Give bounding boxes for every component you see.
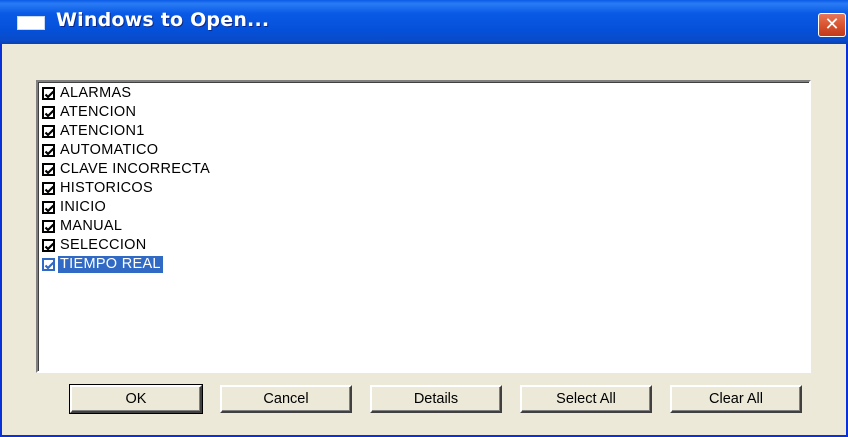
list-item-label: ALARMAS (60, 84, 132, 101)
list-item-label: ATENCION1 (60, 122, 145, 139)
checkbox-checked-icon[interactable] (42, 200, 55, 214)
window-icon (17, 16, 45, 30)
checkbox-checked-icon[interactable] (42, 124, 55, 138)
checkbox-checked-icon[interactable] (42, 257, 55, 271)
list-item-atencion1[interactable]: ATENCION1 (42, 122, 147, 140)
list-item-seleccion[interactable]: SELECCION (42, 236, 149, 254)
list-item-label: AUTOMATICO (60, 141, 159, 158)
select-all-button[interactable]: Select All (520, 385, 652, 413)
checkbox-checked-icon[interactable] (42, 238, 55, 252)
checkbox-checked-icon[interactable] (42, 86, 55, 100)
close-icon: ✕ (824, 14, 840, 35)
list-item-automatico[interactable]: AUTOMATICO (42, 141, 160, 159)
checkbox-checked-icon[interactable] (42, 181, 55, 195)
windows-checklist[interactable]: ALARMAS ATENCION ATENCION1 AUTOMATICO CL… (36, 80, 811, 373)
list-item-manual[interactable]: MANUAL (42, 217, 124, 235)
ok-button[interactable]: OK (69, 384, 203, 414)
clear-all-button[interactable]: Clear All (670, 385, 802, 413)
list-item-clave-incorrecta[interactable]: CLAVE INCORRECTA (42, 160, 212, 178)
details-button[interactable]: Details (370, 385, 502, 413)
list-item-alarmas[interactable]: ALARMAS (42, 84, 133, 102)
checkbox-checked-icon[interactable] (42, 105, 55, 119)
list-item-tiempo-real[interactable]: TIEMPO REAL (42, 255, 163, 273)
list-item-label: INICIO (60, 198, 107, 215)
list-item-label: TIEMPO REAL (58, 255, 163, 273)
checkbox-checked-icon[interactable] (42, 143, 55, 157)
dialog-title: Windows to Open... (56, 9, 270, 31)
cancel-button[interactable]: Cancel (220, 385, 352, 413)
checkbox-checked-icon[interactable] (42, 219, 55, 233)
list-item-label: MANUAL (60, 217, 123, 234)
list-item-label: CLAVE INCORRECTA (60, 160, 211, 177)
list-item-historicos[interactable]: HISTORICOS (42, 179, 155, 197)
title-bar[interactable]: Windows to Open... ✕ (0, 0, 848, 44)
close-button[interactable]: ✕ (818, 13, 846, 37)
checkbox-checked-icon[interactable] (42, 162, 55, 176)
windows-to-open-dialog: Windows to Open... ✕ ALARMAS ATENCION AT… (0, 0, 848, 437)
list-item-label: SELECCION (60, 236, 147, 253)
list-item-label: HISTORICOS (60, 179, 153, 196)
list-item-inicio[interactable]: INICIO (42, 198, 108, 216)
list-item-atencion[interactable]: ATENCION (42, 103, 138, 121)
list-item-label: ATENCION (60, 103, 137, 120)
